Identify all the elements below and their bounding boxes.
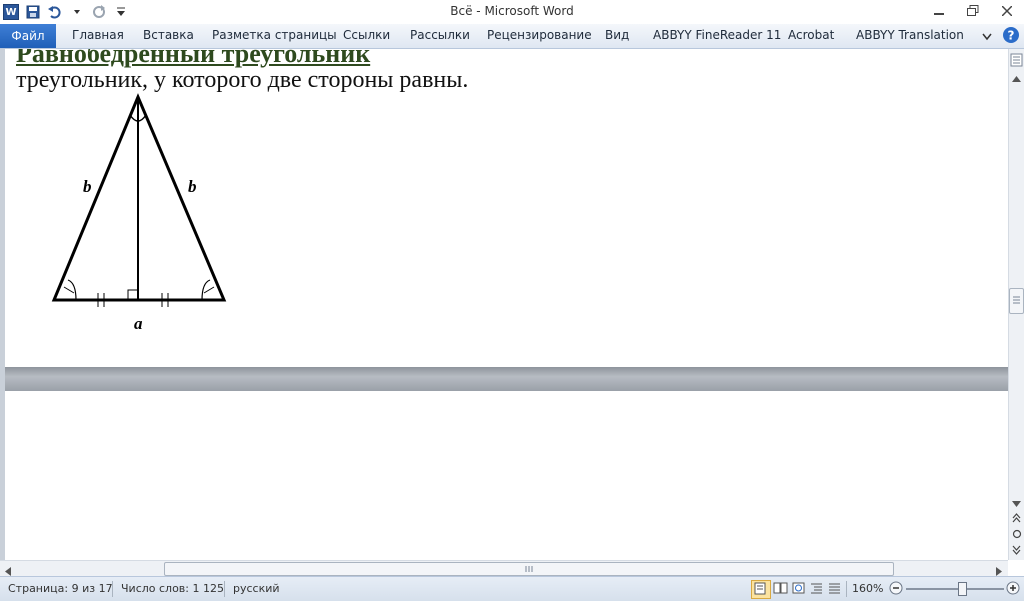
language[interactable]: русский — [233, 582, 280, 595]
page-count[interactable]: Страница: 9 из 17 — [8, 582, 113, 595]
globe-icon — [792, 582, 805, 594]
title-bar: W Всё - Microsoft Word — [0, 0, 1024, 25]
restore-icon — [967, 5, 979, 16]
document-area[interactable]: Равнобедренный треугольник треугольник, … — [0, 49, 1008, 560]
zoom-level[interactable]: 160% — [852, 582, 883, 595]
vertical-scroll-thumb[interactable] — [1009, 288, 1024, 314]
zoom-slider[interactable] — [906, 582, 1004, 596]
horizontal-scroll-thumb[interactable] — [164, 562, 894, 576]
arrow-left-icon — [5, 567, 11, 576]
zoom-slider-thumb[interactable] — [958, 582, 967, 596]
view-web-layout-button[interactable] — [791, 581, 807, 599]
grip-icon — [525, 566, 533, 572]
ribbon-minimize-button[interactable] — [982, 30, 992, 44]
zoom-in-button[interactable] — [1006, 581, 1020, 598]
right-side-label: b — [188, 177, 197, 196]
page-break-gap — [5, 367, 1008, 391]
base-label: a — [134, 314, 143, 333]
window-title: Всё - Microsoft Word — [450, 4, 574, 18]
view-print-layout-button[interactable] — [751, 580, 771, 599]
tab-file[interactable]: Файл — [0, 24, 56, 48]
ribbon-right-controls: ? — [982, 26, 1020, 47]
grip-icon — [1013, 296, 1020, 304]
plus-icon — [1006, 581, 1020, 595]
chevron-down-icon — [982, 33, 992, 40]
ruler-toggle-button[interactable] — [1010, 53, 1023, 70]
svg-text:?: ? — [1008, 29, 1015, 43]
left-angle-tick — [63, 286, 75, 294]
right-angle-tick — [203, 286, 215, 294]
browse-object-icon — [1012, 529, 1022, 539]
status-divider — [846, 581, 847, 597]
previous-page-button[interactable] — [1012, 512, 1021, 526]
scroll-down-button[interactable] — [1012, 496, 1021, 510]
tab-references[interactable]: Ссылки — [343, 28, 390, 42]
section-heading: Равнобедренный треугольник — [16, 49, 371, 68]
minimize-icon — [934, 13, 944, 15]
tab-mailings[interactable]: Рассылки — [410, 28, 470, 42]
help-icon: ? — [1003, 27, 1019, 43]
left-side-label: b — [83, 177, 92, 196]
view-draft-button[interactable] — [827, 581, 843, 599]
minus-icon — [889, 581, 903, 595]
double-chevron-up-icon — [1012, 513, 1021, 523]
view-outline-button[interactable] — [809, 581, 825, 599]
tab-abbyy-finereader[interactable]: ABBYY FineReader 11 — [653, 28, 781, 42]
definition-text: треугольник, у которого две стороны равн… — [16, 67, 469, 93]
tab-home[interactable]: Главная — [72, 28, 124, 42]
tab-insert[interactable]: Вставка — [143, 28, 194, 42]
zoom-out-button[interactable] — [889, 581, 903, 598]
help-button[interactable]: ? — [1002, 26, 1020, 47]
tab-view[interactable]: Вид — [605, 28, 629, 42]
word-count[interactable]: Число слов: 1 125 — [121, 582, 224, 595]
close-button[interactable] — [990, 0, 1024, 22]
arrow-down-icon — [1012, 501, 1021, 507]
tab-acrobat[interactable]: Acrobat — [788, 28, 834, 42]
draft-icon — [829, 583, 840, 594]
isosceles-triangle-figure: b b a — [51, 93, 227, 333]
tab-review[interactable]: Рецензирование — [487, 28, 592, 42]
next-page-button[interactable] — [1012, 544, 1021, 558]
close-icon — [1002, 6, 1012, 16]
restore-button[interactable] — [956, 0, 990, 22]
ruler-icon — [1010, 53, 1023, 67]
tab-abbyy-translation[interactable]: ABBYY Translation — [856, 28, 964, 42]
select-browse-object-button[interactable] — [1012, 528, 1022, 542]
minimize-button[interactable] — [922, 0, 956, 22]
status-divider — [112, 581, 113, 597]
outline-icon — [811, 583, 822, 594]
tab-page-layout[interactable]: Разметка страницы — [212, 28, 337, 42]
arrow-right-icon — [996, 567, 1002, 576]
status-divider — [224, 581, 225, 597]
arrow-up-icon — [1012, 76, 1021, 82]
print-layout-icon — [754, 582, 766, 595]
page-margin-edge — [0, 49, 5, 560]
ribbon-tabs: Главная Вставка Разметка страницы Ссылки… — [0, 24, 1024, 49]
window-controls — [922, 0, 1024, 22]
status-bar: Страница: 9 из 17 Число слов: 1 125 русс… — [0, 576, 1024, 601]
scroll-up-button[interactable] — [1012, 71, 1021, 85]
double-chevron-down-icon — [1012, 545, 1021, 555]
view-full-screen-reading-button[interactable] — [773, 581, 789, 599]
book-icon — [773, 582, 788, 594]
